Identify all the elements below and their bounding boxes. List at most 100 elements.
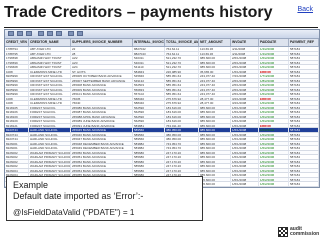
filter-icon[interactable]: [77, 31, 83, 36]
table-cell[interactable]: FOREST SCHOOL: [29, 105, 71, 110]
table-cell[interactable]: 1/4/2/2006: [259, 51, 289, 56]
table-cell[interactable]: 1/6/1/2008: [231, 168, 259, 173]
table-cell[interactable]: 265051 BANK ADVANCE: [71, 155, 133, 159]
table-cell[interactable]: 985.600.00: [199, 60, 231, 65]
table-cell[interactable]: 8226004: [5, 168, 29, 173]
column-header[interactable]: SUPPLIERS_INVOICE_NUMBER: [71, 39, 133, 46]
table-cell[interactable]: 1/6/1/2008: [231, 132, 259, 137]
table-cell[interactable]: 764.64.11: [165, 47, 199, 51]
table-cell[interactable]: 1/6/2/2006: [259, 110, 289, 114]
table-cell[interactable]: AZ3: [71, 60, 133, 65]
table-cell[interactable]: 589560: [133, 128, 165, 132]
column-header[interactable]: INTERNAL_INVOICE: [133, 39, 165, 46]
table-cell[interactable]: 28,477.00: [199, 96, 231, 101]
table-cell[interactable]: 380.050.00: [165, 128, 199, 132]
table-cell[interactable]: 265008 BANK ADVANCE: [71, 83, 133, 87]
table-cell[interactable]: 3/2/1/2008: [231, 96, 259, 101]
table-cell[interactable]: 380.050.00: [165, 132, 199, 137]
table-cell[interactable]: 587184: [289, 186, 319, 187]
table-cell[interactable]: 1/6/1/2008: [231, 146, 259, 150]
table-cell[interactable]: 4/11/2008: [231, 47, 259, 51]
table-cell[interactable]: 985.600.00: [199, 137, 231, 141]
table-cell[interactable]: 556833: [133, 87, 165, 92]
cut-icon[interactable]: [38, 31, 44, 36]
table-cell[interactable]: 985.600.00: [199, 150, 231, 155]
table-cell[interactable]: 585680: [133, 155, 165, 159]
table-cell[interactable]: 265052 BANK ADVANCE: [71, 159, 133, 164]
table-cell[interactable]: 8218105: [5, 105, 29, 110]
table-cell[interactable]: WARLAM PRIMARY SCHOOL: [29, 159, 71, 164]
table-cell[interactable]: 1796608: [5, 65, 29, 69]
table-cell[interactable]: 985.600.00: [199, 65, 231, 69]
paste-icon[interactable]: [56, 31, 62, 36]
table-cell[interactable]: 585.051.64: [165, 92, 199, 96]
table-cell[interactable]: 985.600.00: [199, 132, 231, 137]
table-cell[interactable]: 243,077.40: [199, 87, 231, 92]
table-cell[interactable]: 585.051.64: [165, 83, 199, 87]
table-cell[interactable]: 8226002: [5, 150, 29, 155]
table-cell[interactable]: 265086 BANK ADVANCE: [71, 105, 133, 110]
table-cell[interactable]: AZ2: [71, 56, 133, 60]
table-cell[interactable]: 1/6/1/2008: [231, 159, 259, 164]
table-cell[interactable]: 587184: [289, 105, 319, 110]
table-cell[interactable]: 587184: [289, 87, 319, 92]
table-cell[interactable]: CRONKT EST SCHOOL: [29, 74, 71, 78]
table-cell[interactable]: 985.600.00: [199, 105, 231, 110]
back-link[interactable]: Back: [297, 6, 313, 13]
copy-icon[interactable]: [47, 31, 53, 36]
table-cell[interactable]: ABT AYER LTD: [29, 51, 71, 56]
table-cell[interactable]: 583882: [133, 146, 165, 150]
table-cell[interactable]: 1796599: [5, 60, 29, 65]
table-cell[interactable]: 8218109: [5, 114, 29, 119]
table-cell[interactable]: 1/6/2/2006: [259, 60, 289, 65]
table-cell[interactable]: 243,077.40: [199, 83, 231, 87]
table-cell[interactable]: 587184: [289, 155, 319, 159]
table-cell[interactable]: 1/6/1/2008: [231, 177, 259, 182]
table-cell[interactable]: 587184: [289, 110, 319, 114]
table-cell[interactable]: 587184: [289, 182, 319, 186]
table-cell[interactable]: 1008: [5, 101, 29, 105]
table-cell[interactable]: 243,077.40: [199, 74, 231, 78]
table-cell[interactable]: 585.051.64: [165, 78, 199, 83]
table-cell[interactable]: FOREST SCHOOL: [29, 119, 71, 123]
table-cell[interactable]: 8205999: [5, 83, 29, 87]
table-cell[interactable]: 1/6/2/2006: [259, 128, 289, 132]
table-cell[interactable]: CLEMMONS MINE LTD: [29, 101, 71, 105]
open-icon[interactable]: [17, 31, 23, 36]
table-cell[interactable]: ERROR: [259, 69, 289, 74]
table-cell[interactable]: 265087 BANK ADVANCE: [71, 110, 133, 114]
table-cell[interactable]: 584843: [133, 69, 165, 74]
table-cell[interactable]: 985.600.00: [199, 182, 231, 186]
table-cell[interactable]: 1/6/2/2006: [259, 56, 289, 60]
table-cell[interactable]: 587184: [289, 74, 319, 78]
table-cell[interactable]: 585680: [133, 150, 165, 155]
column-header[interactable]: PAYMENT_REF: [289, 39, 319, 46]
table-cell[interactable]: 265007 SEPTEMBER BANK ADVANCE: [71, 78, 133, 83]
table-cell[interactable]: WARLAM PRIMARY SCHOOL: [29, 150, 71, 155]
table-cell[interactable]: 1796598: [5, 56, 29, 60]
table-cell[interactable]: 76635: [71, 96, 133, 101]
table-cell[interactable]: 2/6/1/2008: [231, 56, 259, 60]
table-cell[interactable]: 587184: [289, 146, 319, 150]
table-cell[interactable]: 985.600.00: [199, 164, 231, 168]
table-cell[interactable]: 265045 BANK ADVANCE: [71, 128, 133, 132]
table-cell[interactable]: 1/8/2/2006: [259, 78, 289, 83]
sort-icon[interactable]: [68, 31, 74, 36]
table-cell[interactable]: 28: [71, 51, 133, 56]
table-cell[interactable]: 1/6/1/2008: [231, 155, 259, 159]
table-cell[interactable]: 28,477.00: [199, 101, 231, 105]
table-cell[interactable]: 1/6/1/2008: [231, 128, 259, 132]
table-cell[interactable]: 587184: [289, 69, 319, 74]
table-cell[interactable]: 243,077.40: [199, 92, 231, 96]
table-cell[interactable]: 585680: [133, 168, 165, 173]
table-cell[interactable]: 8205999: [5, 78, 29, 83]
table-cell[interactable]: CRONKT EST SCHOOL: [29, 92, 71, 96]
table-cell[interactable]: 1/6/2/2006: [259, 173, 289, 177]
table-cell[interactable]: 8226001: [5, 141, 29, 146]
table-cell[interactable]: 587184: [289, 92, 319, 96]
table-cell[interactable]: 985.600.00: [199, 110, 231, 114]
table-cell[interactable]: 1/6/2/2006: [259, 92, 289, 96]
table-cell[interactable]: 562590: [133, 110, 165, 114]
table-cell[interactable]: CRONKT EST SCHOOL: [29, 83, 71, 87]
table-cell[interactable]: ABT AYER LTD: [29, 47, 71, 51]
